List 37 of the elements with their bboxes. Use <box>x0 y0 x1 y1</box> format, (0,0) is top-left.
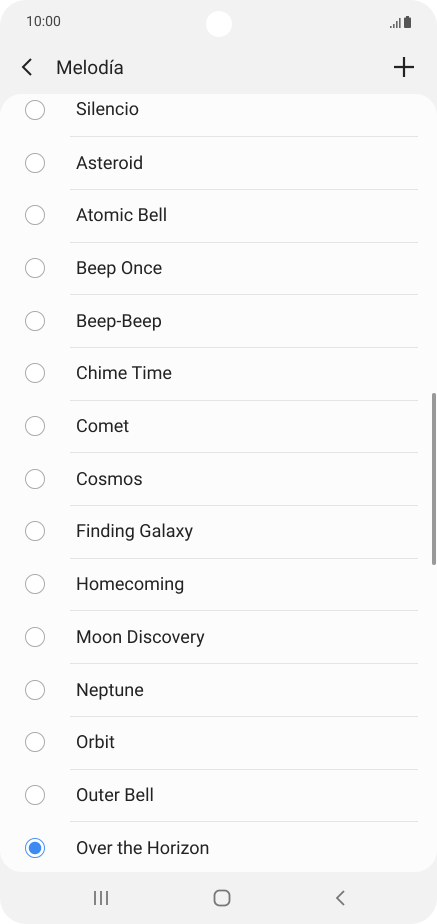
ringtone-item[interactable]: Chime Time <box>0 347 437 400</box>
radio-button[interactable] <box>25 838 45 858</box>
radio-button[interactable] <box>25 574 45 594</box>
status-time: 10:00 <box>26 14 61 30</box>
ringtone-item[interactable]: Comet <box>0 400 437 452</box>
radio-button[interactable] <box>25 100 45 120</box>
battery-icon <box>404 16 411 28</box>
ringtone-item[interactable]: Beep-Beep <box>0 294 437 348</box>
add-button[interactable] <box>391 54 417 80</box>
radio-button[interactable] <box>25 626 45 647</box>
radio-button[interactable] <box>25 152 45 173</box>
ringtone-item[interactable]: Moon Discovery <box>0 610 437 664</box>
radio-button[interactable] <box>25 468 45 489</box>
radio-button[interactable] <box>25 680 45 700</box>
radio-button[interactable] <box>25 363 45 384</box>
ringtone-item[interactable]: Finding Galaxy <box>0 505 437 558</box>
ringtone-item[interactable]: Outer Bell <box>0 768 437 822</box>
ringtone-item[interactable]: Orbit <box>0 716 437 769</box>
signal-icon <box>390 18 401 28</box>
ringtone-item[interactable]: Silencio <box>0 94 437 136</box>
home-button[interactable] <box>210 887 232 909</box>
ringtone-item[interactable]: Homecoming <box>0 558 437 610</box>
scrollbar[interactable] <box>432 393 436 565</box>
radio-button[interactable] <box>25 205 45 226</box>
radio-button[interactable] <box>25 416 45 436</box>
radio-button[interactable] <box>25 258 45 278</box>
ringtone-item[interactable]: Cosmos <box>0 452 437 506</box>
radio-button[interactable] <box>25 310 45 331</box>
ringtone-item[interactable]: Neptune <box>0 663 437 716</box>
ringtone-item[interactable]: Over the Horizon <box>0 821 437 872</box>
ringtone-item[interactable]: Atomic Bell <box>0 188 437 242</box>
radio-button[interactable] <box>25 784 45 805</box>
ringtone-item[interactable]: Beep Once <box>0 242 437 294</box>
screen-title: Melodía <box>56 56 125 78</box>
radio-button[interactable] <box>25 521 45 542</box>
radio-button[interactable] <box>25 732 45 752</box>
ringtone-item[interactable]: Asteroid <box>0 136 437 189</box>
